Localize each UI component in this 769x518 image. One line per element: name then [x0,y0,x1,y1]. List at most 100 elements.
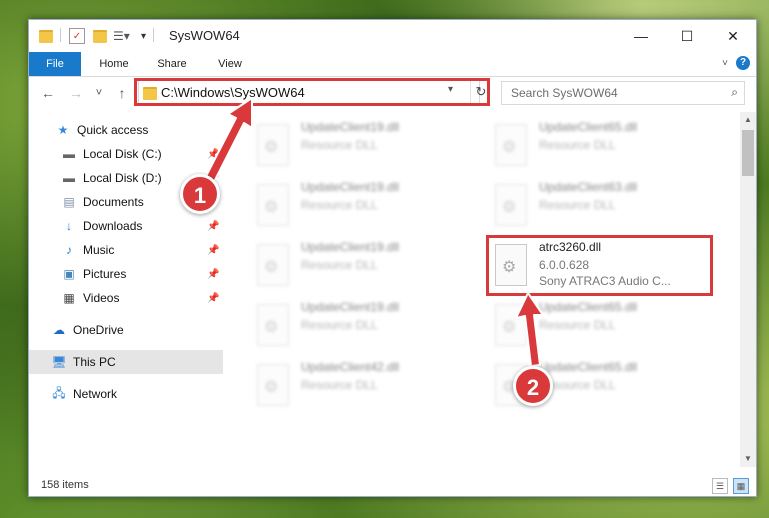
minimize-button[interactable]: — [618,20,664,52]
file-item[interactable]: UpdateClient65.dll Resource DLL [487,116,717,176]
file-name: UpdateClient19.dll [301,120,400,134]
ribbon-tabs: File Home Share View ˅ ? [29,52,756,77]
up-button[interactable]: ↑ [113,83,131,103]
step-badge-2: 2 [513,366,553,406]
file-type: Resource DLL [301,258,378,272]
file-name: UpdateClient19.dll [301,180,400,194]
network-icon: 🖧 [52,385,66,400]
dll-file-icon [495,184,527,226]
search-placeholder: Search SysWOW64 [511,86,618,100]
pin-icon[interactable]: 📌 [207,221,219,232]
search-icon: ⌕ [731,85,738,99]
sidebar-item-this-pc[interactable]: 🖥 This PC [29,350,223,374]
file-name: UpdateClient65.dll [539,120,638,134]
cloud-icon: ☁ [53,323,65,337]
title-bar: ✓ ☰▾ ▾ SysWOW64 — ☐ ✕ [29,20,756,52]
dll-file-icon [257,124,289,166]
file-item[interactable]: UpdateClient63.dll Resource DLL [487,176,717,236]
sidebar-item-onedrive[interactable]: ☁ OneDrive [29,318,223,342]
drive-icon: ▬ [63,171,75,185]
properties-icon[interactable]: ✓ [69,28,85,44]
step-badge-1: 1 [180,174,220,214]
scroll-thumb[interactable] [742,130,754,176]
item-count: 158 items [41,479,89,491]
scroll-down-icon[interactable]: ▼ [740,451,756,467]
back-button[interactable]: ← [39,83,57,103]
file-type: Resource DLL [539,138,616,152]
vertical-scrollbar[interactable]: ▲ ▼ [740,112,756,467]
close-button[interactable]: ✕ [710,20,756,52]
qa-divider [153,28,154,42]
file-item[interactable]: UpdateClient19.dll Resource DLL [249,296,479,356]
address-bar-highlight [134,78,490,106]
file-name: UpdateClient65.dll [539,300,638,314]
qa-divider [60,28,61,42]
pin-icon[interactable]: 📌 [207,149,219,160]
dll-file-icon [257,364,289,406]
download-icon: ↓ [66,219,72,233]
customize-qa-icon[interactable]: ☰▾ [113,28,130,44]
search-input[interactable]: Search SysWOW64 ⌕ [501,81,745,105]
qa-dropdown-icon[interactable]: ▾ [141,28,146,44]
tab-share[interactable]: Share [147,52,197,76]
sidebar-item-label: Local Disk (D:) [83,171,162,185]
file-item[interactable]: UpdateClient65.dll Resource DLL [487,296,717,356]
file-item[interactable]: UpdateClient42.dll Resource DLL [249,356,479,416]
file-name: UpdateClient65.dll [539,360,638,374]
file-item[interactable]: UpdateClient19.dll Resource DLL [249,236,479,296]
dll-file-icon [257,244,289,286]
sidebar-item-label: Quick access [77,123,149,137]
music-icon: ♪ [66,243,72,257]
help-icon[interactable]: ? [736,56,750,70]
file-highlight [486,235,713,296]
file-type: Resource DLL [301,198,378,212]
document-icon: ▤ [63,195,75,209]
pin-icon[interactable]: 📌 [207,245,219,256]
file-name: UpdateClient19.dll [301,300,400,314]
sidebar-item-label: OneDrive [73,323,124,337]
pin-icon[interactable]: 📌 [207,293,219,304]
sidebar-item-pictures[interactable]: ▣ Pictures 📌 [29,262,223,286]
forward-button[interactable]: → [67,83,85,103]
scroll-up-icon[interactable]: ▲ [740,112,756,128]
file-type: Resource DLL [539,198,616,212]
window-title: SysWOW64 [169,28,240,43]
sidebar-item-local-disk-c[interactable]: ▬ Local Disk (C:) 📌 [29,142,223,166]
file-type: Resource DLL [301,378,378,392]
sidebar-item-label: Downloads [83,219,143,233]
dll-file-icon [495,304,527,346]
video-icon: ▦ [63,291,75,305]
sidebar-item-network[interactable]: 🖧 Network [29,382,223,406]
sidebar-item-label: Videos [83,291,120,305]
sidebar-item-downloads[interactable]: ↓ Downloads 📌 [29,214,223,238]
sidebar-item-label: Pictures [83,267,127,281]
file-item[interactable]: UpdateClient19.dll Resource DLL [249,176,479,236]
tab-home[interactable]: Home [89,52,139,76]
file-type: Resource DLL [539,318,616,332]
navigation-pane: ★ Quick access ▬ Local Disk (C:) 📌 ▬ Loc… [29,112,223,467]
folder-icon [39,28,53,44]
dll-file-icon [257,184,289,226]
maximize-button[interactable]: ☐ [664,20,710,52]
dll-file-icon [495,124,527,166]
details-view-icon[interactable]: ☰ [712,478,728,494]
sidebar-item-quick-access[interactable]: ★ Quick access [29,118,223,142]
file-name: UpdateClient19.dll [301,240,400,254]
sidebar-item-label: Local Disk (C:) [83,147,162,161]
sidebar-item-music[interactable]: ♪ Music 📌 [29,238,223,262]
drive-icon: ▬ [63,147,75,161]
recent-locations-button[interactable]: ˅ [93,83,105,103]
sidebar-item-label: Music [83,243,115,257]
expand-ribbon-icon[interactable]: ˅ [722,58,728,69]
pin-icon[interactable]: 📌 [207,269,219,280]
file-item[interactable]: UpdateClient19.dll Resource DLL [249,116,479,176]
sidebar-item-videos[interactable]: ▦ Videos 📌 [29,286,223,310]
picture-icon: ▣ [63,267,75,281]
tab-file[interactable]: File [29,52,81,76]
computer-icon: 🖥 [51,355,67,369]
tiles-view-icon[interactable]: ▦ [733,478,749,494]
star-icon: ★ [57,123,69,137]
new-folder-icon[interactable] [93,28,107,44]
status-bar: 158 items ☰ ▦ [29,475,756,496]
tab-view[interactable]: View [205,52,255,76]
